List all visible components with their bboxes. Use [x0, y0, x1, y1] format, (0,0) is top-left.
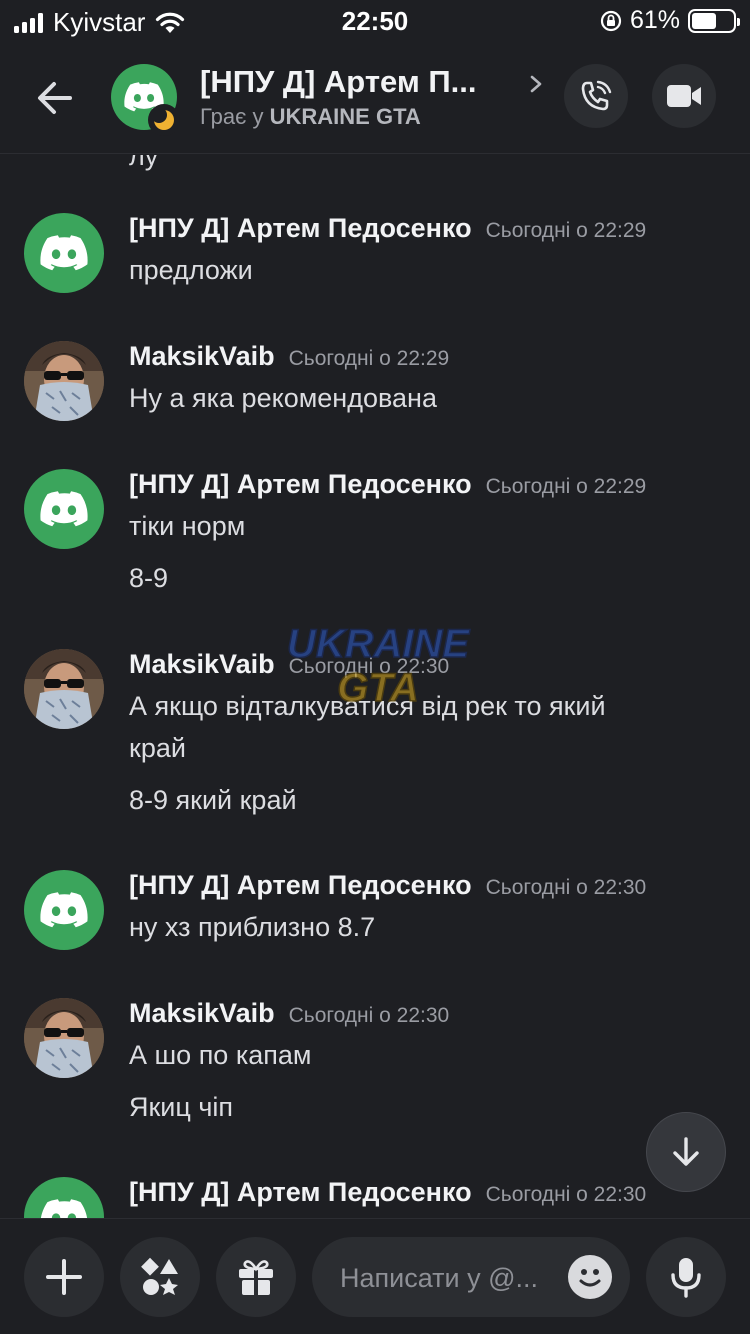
message-timestamp: Сьогодні о 22:30 — [485, 876, 647, 899]
idle-moon-icon — [148, 104, 180, 136]
back-arrow-icon[interactable] — [30, 72, 82, 124]
video-camera-icon — [667, 85, 701, 107]
discord-dm-screen: Kyivstar 22:50 61% [НПУ Д] Артем П... Гр… — [0, 0, 750, 1334]
microphone-icon — [671, 1258, 701, 1298]
message-timestamp: Сьогодні о 22:29 — [485, 475, 647, 498]
message-text: ну хз приблизно 8.7 — [129, 912, 376, 942]
message-author[interactable]: MaksikVaib Сьогодні о 22:30 — [129, 998, 449, 1029]
message-author[interactable]: [НПУ Д] Артем Педосенко Сьогодні о 22:29 — [129, 213, 646, 244]
emoji-button[interactable] — [568, 1255, 612, 1299]
partial-message-text: лу — [129, 155, 159, 171]
message-text: 8-9 — [129, 563, 169, 593]
battery-fill — [692, 12, 717, 29]
message-author[interactable]: [НПУ Д] Артем Педосенко Сьогодні о 22:29 — [129, 469, 646, 500]
avatar[interactable] — [24, 213, 104, 293]
voice-message-button[interactable] — [646, 1237, 726, 1317]
discord-logo-icon — [40, 1199, 88, 1218]
message-timestamp: Сьогодні о 22:30 — [288, 1004, 450, 1027]
video-call-button[interactable] — [652, 64, 716, 128]
arrow-down-icon — [673, 1137, 699, 1166]
discord-logo-icon — [40, 235, 88, 271]
battery-percent: 61% — [629, 6, 680, 34]
avatar[interactable] — [24, 998, 104, 1078]
battery-icon — [688, 8, 740, 33]
message-author[interactable]: [НПУ Д] Артем Педосенко Сьогодні о 22:30 — [129, 1177, 646, 1208]
message-timestamp: Сьогодні о 22:30 — [288, 655, 450, 678]
message-text: край — [129, 733, 186, 763]
voice-call-button[interactable] — [564, 64, 628, 128]
message-text: Ну а яка рекомендована — [129, 383, 437, 413]
apps-shapes-icon — [141, 1257, 178, 1295]
user-photo-icon — [24, 998, 104, 1078]
add-attachment-button[interactable] — [24, 1237, 104, 1317]
message-list[interactable]: лу [НПУ Д] Артем Педосенко Сьогодні о 22:… — [0, 155, 750, 1218]
message-timestamp: Сьогодні о 22:30 — [485, 1183, 647, 1206]
composer-bar: Написати у @... — [0, 1218, 750, 1334]
discord-logo-icon — [40, 491, 88, 527]
avatar[interactable] — [24, 870, 104, 950]
plus-icon — [46, 1259, 82, 1295]
activity-status: Грає у UKRAINE GTA — [200, 104, 421, 129]
message-text: А шо по капам — [129, 1040, 312, 1070]
phone-call-icon — [581, 80, 612, 111]
message-author[interactable]: MaksikVaib Сьогодні о 22:30 — [129, 649, 449, 680]
chevron-right-icon[interactable] — [526, 72, 546, 96]
message-author[interactable]: MaksikVaib Сьогодні о 22:29 — [129, 341, 449, 372]
discord-logo-icon — [40, 892, 88, 928]
user-photo-icon — [24, 649, 104, 729]
message-text: 8-9 який край — [129, 785, 297, 815]
message-text: Якиц чіп — [129, 1092, 234, 1122]
message-input[interactable]: Написати у @... — [312, 1237, 630, 1317]
status-bar: Kyivstar 22:50 61% — [0, 0, 750, 42]
avatar[interactable] — [24, 649, 104, 729]
gift-icon — [239, 1260, 273, 1295]
avatar[interactable] — [24, 469, 104, 549]
gift-button[interactable] — [216, 1237, 296, 1317]
jump-to-present-button[interactable] — [646, 1112, 726, 1192]
message-timestamp: Сьогодні о 22:29 — [288, 347, 450, 370]
message-text: А якщо відталкуватися від рек то який — [129, 691, 606, 721]
message-text: тіки норм — [129, 511, 246, 541]
smiley-face-icon — [579, 1269, 601, 1287]
message-text: предложи — [129, 255, 253, 285]
rotation-lock-icon — [600, 10, 622, 31]
avatar[interactable] — [24, 341, 104, 421]
dm-title[interactable]: [НПУ Д] Артем П... — [200, 64, 477, 100]
dm-header: [НПУ Д] Артем П... Грає у UKRAINE GTA — [0, 42, 750, 154]
message-author[interactable]: [НПУ Д] Артем Педосенко Сьогодні о 22:30 — [129, 870, 646, 901]
avatar[interactable] — [24, 1177, 104, 1218]
message-timestamp: Сьогодні о 22:29 — [485, 219, 647, 242]
apps-button[interactable] — [120, 1237, 200, 1317]
user-photo-icon — [24, 341, 104, 421]
